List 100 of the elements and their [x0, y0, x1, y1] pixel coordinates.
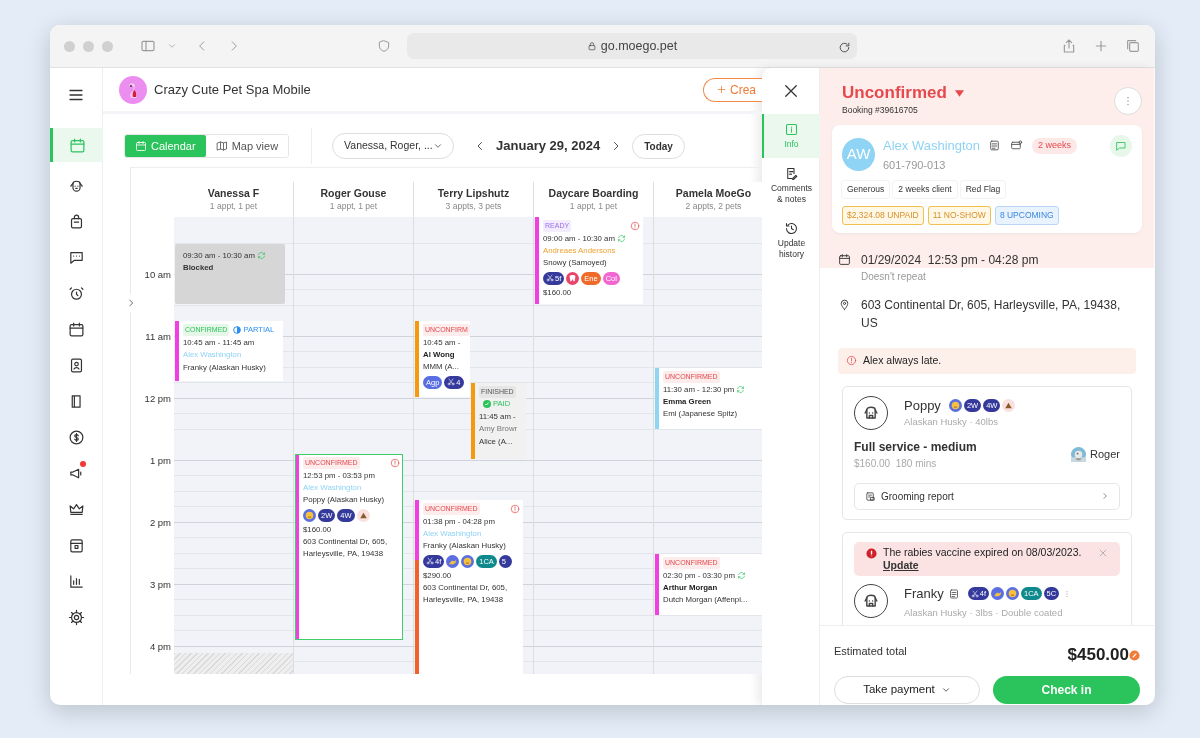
face-icon — [303, 508, 316, 522]
appointment-time: 01/29/2024 12:53 pm - 04:28 pm — [861, 251, 1039, 269]
hour-label: 10 am — [144, 267, 171, 282]
client-tag: 2 weeks client — [893, 181, 957, 198]
location-icon — [838, 297, 851, 311]
pet-breed: Alaskan Husky · 40lbs — [904, 415, 999, 430]
column-summary: 2 appts, 2 pets — [684, 200, 743, 212]
calendar-icon — [67, 536, 85, 554]
column-title: Roger Gouse — [319, 187, 388, 200]
client-tag: Red Flag — [960, 181, 1006, 198]
report-icon — [865, 490, 876, 502]
update-link[interactable]: Update — [883, 558, 919, 571]
scissors-icon — [447, 378, 456, 387]
logo-icon — [119, 75, 147, 104]
sidebar-toggle[interactable] — [139, 38, 157, 54]
scissors-icon — [426, 557, 434, 566]
repeat-icon — [736, 571, 746, 581]
error-icon — [866, 547, 877, 559]
hour-label: 12 pm — [144, 391, 171, 406]
scissors-icon — [546, 274, 554, 283]
total-label: Estimated total — [834, 643, 907, 659]
column-summary: 1 appt, 1 pet — [208, 200, 259, 212]
info-icon — [784, 122, 799, 137]
client-stat: 11 NO-SHOW — [927, 206, 991, 225]
dollar-icon — [67, 428, 85, 446]
hour-label: 11 am — [145, 329, 171, 344]
plus-icon — [716, 84, 727, 95]
chevron-right-icon — [126, 298, 136, 308]
repeat-icon — [736, 385, 746, 395]
client-stat: 8 UPCOMING — [994, 206, 1059, 225]
alarm-clock-icon — [67, 284, 85, 302]
column-summary: 1 appt, 1 pet — [328, 200, 379, 212]
tabs-button[interactable] — [1125, 38, 1141, 54]
alert-icon — [510, 504, 520, 514]
client-badge: 2 weeks — [1032, 138, 1078, 154]
alert-icon — [630, 221, 640, 231]
repeat-icon — [616, 234, 626, 244]
half-circle-icon — [233, 326, 242, 335]
discount-icon — [1129, 650, 1140, 662]
reload-icon — [838, 41, 851, 55]
alert-icon — [846, 355, 857, 367]
face-icon — [1006, 587, 1019, 600]
calendar-icon — [135, 140, 147, 152]
hour-label: 2 pm — [149, 515, 171, 530]
booking-number: Booking #39616705 — [841, 104, 919, 117]
face-icon — [948, 398, 962, 412]
close-icon — [1098, 547, 1108, 558]
client-stat: $2,324.08 UNPAID — [842, 206, 924, 225]
sidebar-icon — [139, 38, 157, 54]
map-icon — [215, 140, 228, 152]
booking-status: Unconfirmed — [842, 82, 947, 104]
face-icon — [461, 554, 475, 568]
note-icon — [947, 588, 960, 601]
plus-icon — [1093, 38, 1109, 54]
calendar-icon — [838, 252, 851, 266]
chat-icon — [1115, 139, 1127, 152]
hour-label: 4 pm — [149, 639, 171, 654]
pet-name: Poppy — [904, 396, 941, 415]
poop-icon — [1002, 398, 1016, 412]
check-icon — [483, 400, 491, 409]
calendar-icon — [69, 136, 86, 154]
service-name: Full service - medium — [854, 438, 977, 456]
total-amount: $450.00 — [1067, 644, 1129, 666]
note-text: Alex always late. — [863, 352, 942, 368]
staff-filter-dropdown[interactable]: Vanessa, Roger, ... — [332, 133, 455, 159]
share-icon — [1061, 38, 1077, 54]
tabs-icon — [1125, 38, 1141, 54]
hand-icon — [991, 587, 1004, 600]
chevron-down-icon — [433, 141, 444, 151]
column-summary: 1 appt, 1 pet — [568, 200, 619, 212]
side-tab[interactable]: Comments & notes — [761, 158, 820, 213]
staff-name: Roger — [1090, 446, 1120, 462]
side-tab[interactable]: Update history — [761, 213, 820, 268]
grooming-report-button[interactable]: Grooming report — [854, 482, 1120, 510]
alert-icon — [390, 458, 400, 468]
repeat-setting: Doesn't repeat — [861, 269, 927, 284]
chevron-right-icon — [1101, 492, 1109, 500]
today-button[interactable]: Today — [632, 133, 685, 159]
note-icon — [988, 139, 1002, 153]
chevron-down-icon — [167, 41, 177, 51]
column-title: Terry Lipshutz — [436, 187, 511, 200]
repeat-icon — [256, 251, 266, 261]
hour-label: 3 pm — [149, 577, 171, 592]
avatar: AW — [842, 137, 875, 171]
warning-text: The rabies vaccine expired on 08/03/2023. — [883, 545, 1083, 559]
client-tag: Generous — [842, 181, 890, 198]
take-payment-button[interactable]: Take payment — [834, 675, 980, 704]
url-text: go.moego.pet — [600, 37, 678, 55]
history-icon — [784, 221, 799, 236]
pet-name: Franky — [904, 584, 944, 603]
scissors-icon — [970, 589, 979, 598]
caret-icon — [954, 89, 964, 97]
service-price: $160.00 180 mins — [854, 456, 938, 471]
calendar-icon — [67, 320, 85, 338]
appointment-address: 603 Continental Dr, 605, Harleysville, PA, 19438, US — [861, 296, 1122, 332]
share-button[interactable] — [1061, 38, 1077, 54]
poop-icon — [356, 508, 370, 522]
pet-breed: Alaskan Husky · 3lbs · Double coated — [904, 605, 1064, 620]
date-label: January 29, 2024 — [496, 137, 601, 156]
address-bar[interactable]: go.moego.pet — [407, 33, 857, 59]
